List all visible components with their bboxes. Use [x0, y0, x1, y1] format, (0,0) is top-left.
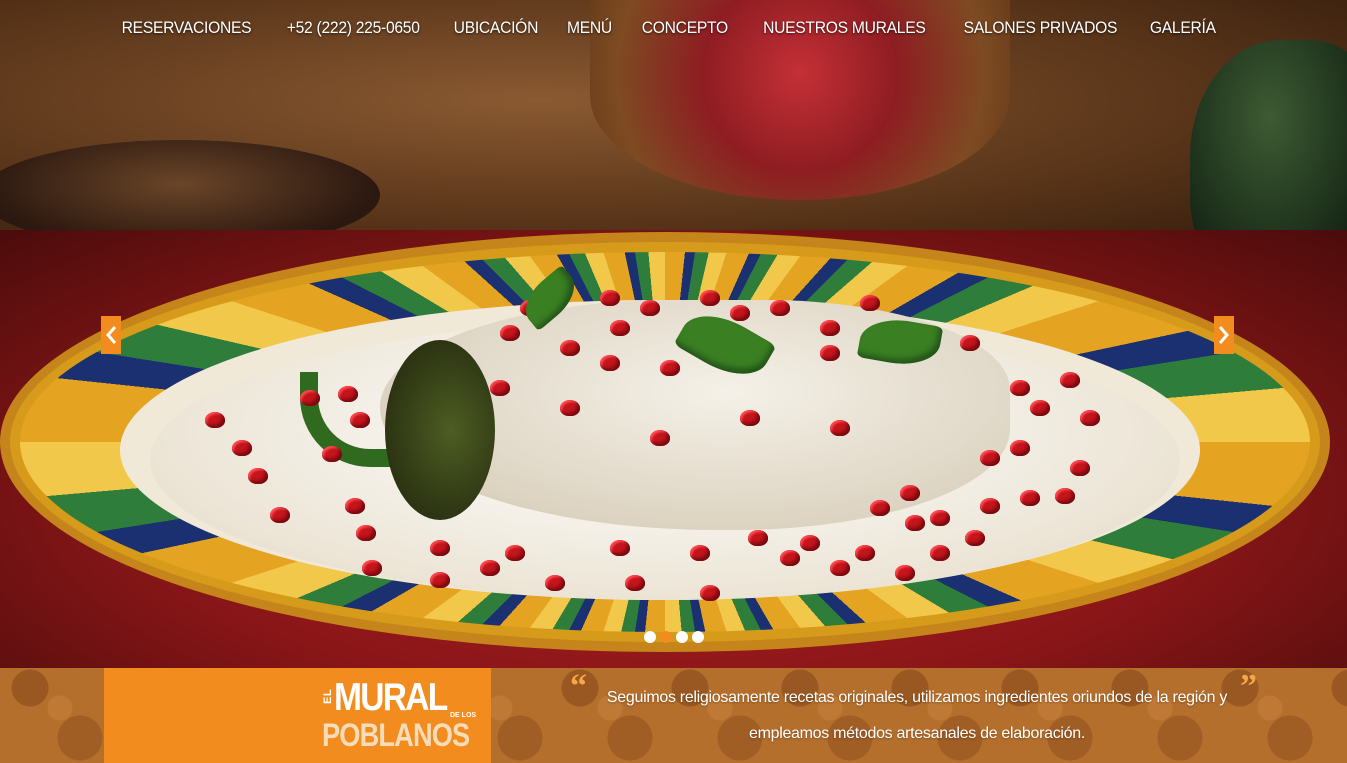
- pomegranate-seed: [650, 430, 670, 446]
- pomegranate-seed: [430, 572, 450, 588]
- pomegranate-seed: [640, 300, 660, 316]
- nav-phone[interactable]: +52 (222) 225-0650: [276, 14, 431, 42]
- pomegranate-seed: [660, 360, 680, 376]
- main-nav: RESERVACIONES +52 (222) 225-0650 UBICACI…: [104, 14, 1231, 42]
- pomegranate-seed: [490, 380, 510, 396]
- pomegranate-seed: [730, 305, 750, 321]
- pomegranate-seed: [980, 498, 1000, 514]
- pomegranate-seed: [1080, 410, 1100, 426]
- slider-next-button[interactable]: [1214, 316, 1234, 354]
- pomegranate-seed: [1010, 440, 1030, 456]
- pomegranate-seed: [820, 320, 840, 336]
- pomegranate-seed: [545, 575, 565, 591]
- pomegranate-seed: [860, 295, 880, 311]
- pomegranate-seed: [362, 560, 382, 576]
- pomegranate-seed: [345, 498, 365, 514]
- nav-nuestros-murales[interactable]: NUESTROS MURALES: [752, 14, 937, 42]
- pomegranate-seed: [855, 545, 875, 561]
- nav-salones-privados[interactable]: SALONES PRIVADOS: [952, 14, 1128, 42]
- pomegranate-seed: [600, 355, 620, 371]
- slider-dot[interactable]: [692, 631, 704, 643]
- pomegranate-seed: [232, 440, 252, 456]
- pomegranate-seed: [900, 485, 920, 501]
- pomegranate-seed: [870, 500, 890, 516]
- pomegranate-seed: [960, 335, 980, 351]
- pomegranate-seed: [700, 290, 720, 306]
- slider-prev-button[interactable]: [101, 316, 121, 354]
- nav-reservaciones[interactable]: RESERVACIONES: [111, 14, 263, 42]
- slider-dot[interactable]: [676, 631, 688, 643]
- nav-ubicacion[interactable]: UBICACIÓN: [442, 14, 549, 42]
- logo-container[interactable]: EL MURAL DE LOS POBLANOS: [104, 668, 491, 763]
- pomegranate-seed: [322, 446, 342, 462]
- tagline-quote: Seguimos religiosamente recetas original…: [606, 689, 1228, 742]
- slider-dot[interactable]: [644, 631, 656, 643]
- pomegranate-seed: [770, 300, 790, 316]
- pomegranate-seed: [748, 530, 768, 546]
- slider-pagination: [644, 631, 704, 643]
- pomegranate-seed: [338, 386, 358, 402]
- nav-galeria[interactable]: GALERÍA: [1139, 14, 1227, 42]
- pomegranate-seed: [610, 540, 630, 556]
- site-logo[interactable]: EL MURAL DE LOS POBLANOS: [322, 676, 482, 754]
- pomegranate-seed: [930, 510, 950, 526]
- pomegranate-seed: [300, 390, 320, 406]
- close-quote-icon: ”: [1240, 668, 1257, 705]
- pomegranate-seed: [930, 545, 950, 561]
- logo-mural: MURAL: [334, 676, 448, 719]
- pomegranate-seed: [248, 468, 268, 484]
- pomegranate-seed: [1070, 460, 1090, 476]
- pomegranate-seed: [780, 550, 800, 566]
- pomegranate-seed: [1010, 380, 1030, 396]
- pomegranate-seed: [1030, 400, 1050, 416]
- pomegranate-seed: [500, 325, 520, 341]
- pomegranate-seed: [740, 410, 760, 426]
- pomegranate-seed: [356, 525, 376, 541]
- slide-image-chile-end: [385, 340, 495, 520]
- nav-menu[interactable]: MENÚ: [556, 14, 623, 42]
- pomegranate-seed: [830, 560, 850, 576]
- pomegranate-seed: [980, 450, 1000, 466]
- chevron-right-icon: [1218, 326, 1229, 344]
- pomegranate-seed: [800, 535, 820, 551]
- pomegranate-seed: [895, 565, 915, 581]
- pomegranate-seed: [690, 545, 710, 561]
- pomegranate-seed: [965, 530, 985, 546]
- pomegranate-seed: [1020, 490, 1040, 506]
- pomegranate-seed: [270, 507, 290, 523]
- logo-poblanos: POBLANOS: [322, 717, 470, 753]
- pomegranate-seed: [600, 290, 620, 306]
- pomegranate-seed: [1060, 372, 1080, 388]
- pomegranate-seed: [830, 420, 850, 436]
- pomegranate-seed: [480, 560, 500, 576]
- slider-dot[interactable]: [660, 631, 672, 643]
- pomegranate-seed: [430, 540, 450, 556]
- pomegranate-seed: [560, 340, 580, 356]
- pomegranate-seed: [610, 320, 630, 336]
- logo-el: EL: [322, 688, 334, 704]
- pomegranate-seed: [625, 575, 645, 591]
- pomegranate-seed: [350, 412, 370, 428]
- pomegranate-seed: [1055, 488, 1075, 504]
- chevron-left-icon: [106, 326, 117, 344]
- pomegranate-seed: [905, 515, 925, 531]
- pomegranate-seed: [820, 345, 840, 361]
- pomegranate-seed: [205, 412, 225, 428]
- hero-slider: [0, 0, 1347, 668]
- nav-concepto[interactable]: CONCEPTO: [631, 14, 739, 42]
- pomegranate-seed: [505, 545, 525, 561]
- pomegranate-seed: [700, 585, 720, 601]
- pomegranate-seed: [560, 400, 580, 416]
